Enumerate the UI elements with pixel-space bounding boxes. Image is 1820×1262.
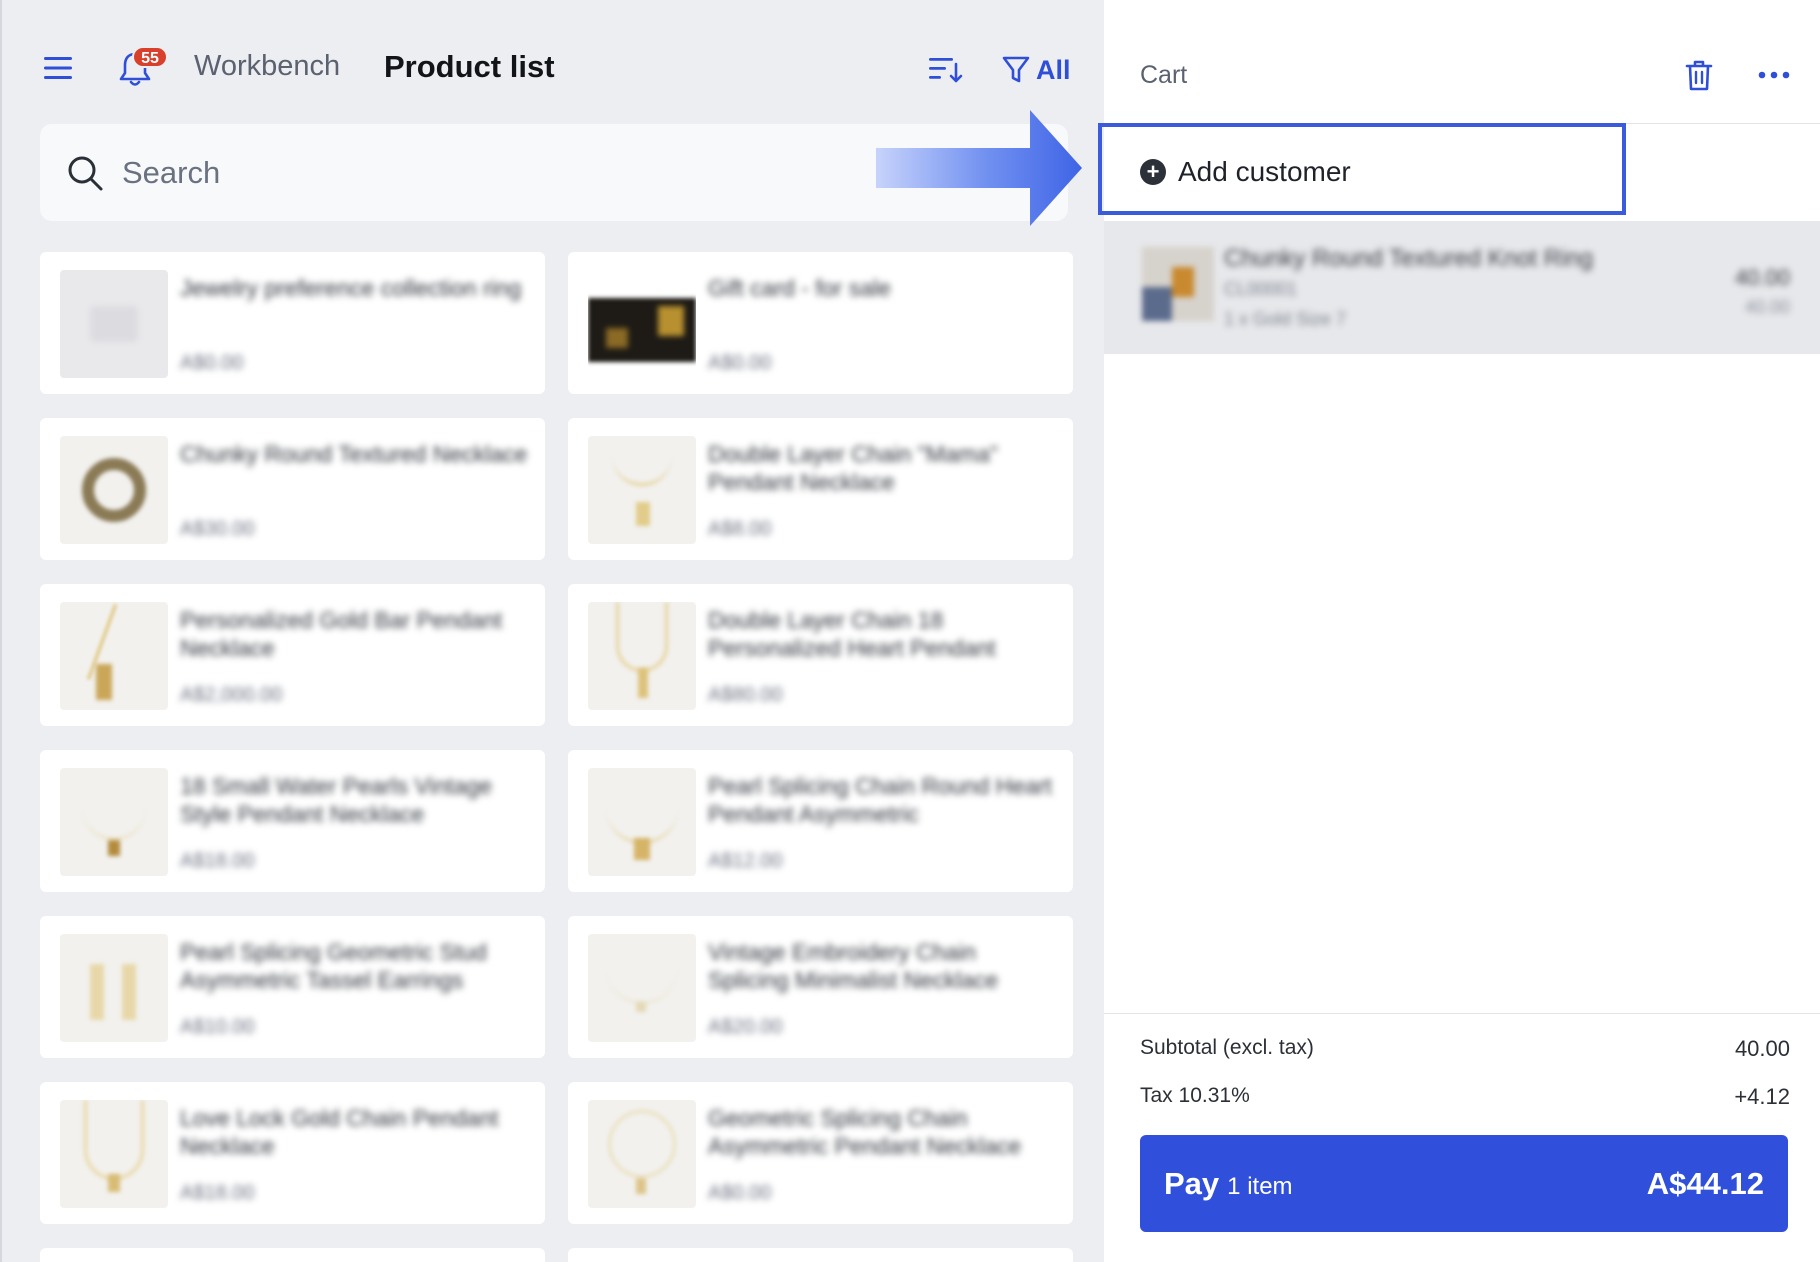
product-thumbnail xyxy=(60,1100,168,1208)
product-thumbnail xyxy=(588,270,696,378)
product-name: Personalized Gold Bar Pendant Necklace xyxy=(180,607,503,661)
tax-label: Tax 10.31% xyxy=(1140,1084,1250,1107)
product-thumbnail xyxy=(588,1100,696,1208)
pointer-arrow xyxy=(876,110,1082,226)
product-card[interactable]: Vintage Embroidery Chain Splicing Minima… xyxy=(568,916,1073,1058)
product-name: Geometric Splicing Chain Asymmetric Pend… xyxy=(708,1105,1022,1159)
filter-icon xyxy=(1002,56,1030,83)
product-thumbnail xyxy=(588,436,696,544)
product-name: Chunky Round Textured Necklace xyxy=(180,441,528,467)
pay-button-left: Pay 1 item xyxy=(1164,1166,1293,1202)
product-card[interactable]: Gift card - for sale A$0.00 xyxy=(568,252,1073,394)
product-card[interactable]: Double Layer Chain "Mama" Pendant Neckla… xyxy=(568,418,1073,560)
product-thumbnail xyxy=(588,934,696,1042)
cart-line-item[interactable]: Chunky Round Textured Knot Ring CL00001 … xyxy=(1104,221,1820,354)
product-name: Vintage Embroidery Chain Splicing Minima… xyxy=(708,939,999,993)
more-icon xyxy=(1758,71,1790,79)
product-card[interactable]: Personalized Gold Bar Pendant Necklace A… xyxy=(40,584,545,726)
subtotal-value: 40.00 xyxy=(1734,1036,1790,1061)
pay-item-count: 1 item xyxy=(1227,1172,1293,1200)
search-icon xyxy=(68,156,103,191)
pay-total: A$44.12 xyxy=(1646,1165,1764,1201)
product-price: A$18.00 xyxy=(180,1182,255,1204)
filter-button[interactable]: All xyxy=(1002,50,1071,90)
product-card[interactable] xyxy=(568,1248,1073,1262)
product-card[interactable]: 18 Small Water Pearls Vintage Style Pend… xyxy=(40,750,545,892)
product-thumbnail xyxy=(588,768,696,876)
pay-button[interactable]: Pay 1 item A$44.12 xyxy=(1140,1135,1788,1232)
product-card[interactable]: Pearl Splicing Chain Round Heart Pendant… xyxy=(568,750,1073,892)
cart-item-detail: 1 x Gold Size 7 xyxy=(1224,309,1347,329)
product-price: A$0.00 xyxy=(708,352,772,374)
menu-button[interactable] xyxy=(38,48,78,88)
product-price: A$10.00 xyxy=(180,1016,255,1038)
sort-icon xyxy=(929,58,963,83)
product-price: A$80.00 xyxy=(708,684,783,706)
product-price: A$18.00 xyxy=(180,850,255,872)
subtotal-label: Subtotal (excl. tax) xyxy=(1140,1036,1314,1059)
product-thumbnail xyxy=(60,934,168,1042)
product-card[interactable]: Jewelry preference collection ring A$0.0… xyxy=(40,252,545,394)
clear-cart-button[interactable] xyxy=(1678,54,1720,96)
summary-divider xyxy=(1104,1013,1820,1014)
cart-item-name: Chunky Round Textured Knot Ring xyxy=(1224,245,1594,272)
more-options-button[interactable] xyxy=(1749,54,1799,96)
product-card[interactable]: Chunky Round Textured Necklace A$30.00 xyxy=(40,418,545,560)
product-thumbnail xyxy=(588,602,696,710)
product-name: Double Layer Chain 18 Personalized Heart… xyxy=(708,607,996,661)
trash-icon xyxy=(1685,60,1713,91)
pay-label: Pay xyxy=(1164,1165,1220,1201)
product-price: A$0.00 xyxy=(708,1182,772,1204)
product-card[interactable]: Double Layer Chain 18 Personalized Heart… xyxy=(568,584,1073,726)
product-name: Gift card - for sale xyxy=(708,275,891,301)
product-name: Love Lock Gold Chain Pendant Necklace xyxy=(180,1105,499,1159)
product-thumbnail xyxy=(60,602,168,710)
product-name: Jewelry preference collection ring xyxy=(180,275,522,301)
notification-badge: 55 xyxy=(132,46,168,68)
product-thumbnail xyxy=(60,436,168,544)
product-card[interactable] xyxy=(40,1248,545,1262)
subtotal-row: Subtotal (excl. tax) 40.00 xyxy=(1140,1036,1790,1062)
product-price: A$2,000.00 xyxy=(180,684,283,706)
product-name: Pearl Splicing Chain Round Heart Pendant… xyxy=(708,773,1052,827)
cart-title: Cart xyxy=(1140,61,1188,89)
product-card[interactable]: Geometric Splicing Chain Asymmetric Pend… xyxy=(568,1082,1073,1224)
cart-item-unit-price: 40.00 xyxy=(1744,297,1790,317)
workbench-link[interactable]: Workbench xyxy=(194,50,340,83)
product-price: A$0.00 xyxy=(180,352,244,374)
page-title: Product list xyxy=(384,49,555,84)
product-price: A$8.00 xyxy=(708,518,772,540)
filter-label: All xyxy=(1036,54,1071,85)
product-topbar: 55 Workbench Product list All xyxy=(2,0,1104,120)
product-thumbnail xyxy=(60,270,168,378)
cart-item-thumbnail xyxy=(1142,247,1214,321)
menu-icon xyxy=(44,57,72,79)
tax-row: Tax 10.31% +4.12 xyxy=(1140,1084,1790,1110)
product-price: A$30.00 xyxy=(180,518,255,540)
search-input[interactable] xyxy=(122,148,882,198)
product-thumbnail xyxy=(60,768,168,876)
product-name: Pearl Splicing Geometric Stud Asymmetric… xyxy=(180,939,487,993)
sort-button[interactable] xyxy=(924,48,966,90)
tax-value: +4.12 xyxy=(1734,1084,1790,1109)
cart-item-sku: CL00001 xyxy=(1224,279,1298,299)
product-name: 18 Small Water Pearls Vintage Style Pend… xyxy=(180,773,492,827)
cart-item-price: 40.00 xyxy=(1734,265,1790,290)
highlight-box xyxy=(1098,123,1626,215)
product-price: A$12.00 xyxy=(708,850,783,872)
product-price: A$20.00 xyxy=(708,1016,783,1038)
product-card[interactable]: Love Lock Gold Chain Pendant Necklace A$… xyxy=(40,1082,545,1224)
product-name: Double Layer Chain "Mama" Pendant Neckla… xyxy=(708,441,998,495)
product-card[interactable]: Pearl Splicing Geometric Stud Asymmetric… xyxy=(40,916,545,1058)
